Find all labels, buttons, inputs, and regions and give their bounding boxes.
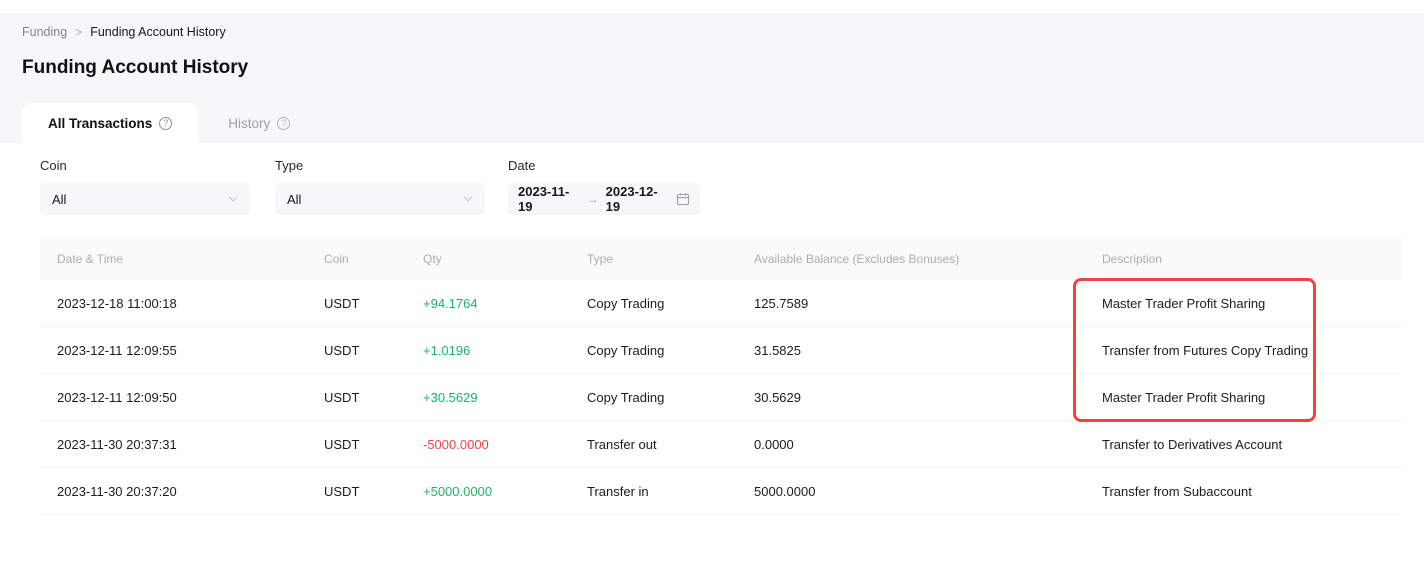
type-filter-group: Type All bbox=[275, 158, 485, 215]
cell-description: Master Trader Profit Sharing bbox=[1085, 296, 1402, 311]
tab-all-transactions[interactable]: All Transactions ? bbox=[22, 103, 198, 143]
tab-bar: All Transactions ? History ? bbox=[0, 103, 1424, 143]
cell-description: Master Trader Profit Sharing bbox=[1085, 390, 1402, 405]
date-to-value: 2023-12-19 bbox=[606, 184, 668, 214]
page-header: Funding > Funding Account History Fundin… bbox=[0, 13, 1424, 143]
coin-filter-select[interactable]: All bbox=[40, 183, 250, 215]
breadcrumb-separator: > bbox=[75, 24, 82, 40]
chevron-down-icon bbox=[228, 194, 238, 204]
cell-coin: USDT bbox=[307, 484, 406, 499]
column-header-qty: Qty bbox=[406, 252, 570, 266]
chevron-down-icon bbox=[463, 194, 473, 204]
date-range-arrow: → bbox=[587, 192, 599, 206]
transactions-table: Date & Time Coin Qty Type Available Bala… bbox=[40, 237, 1402, 515]
table-row[interactable]: 2023-12-18 11:00:18 USDT +94.1764 Copy T… bbox=[40, 280, 1402, 327]
date-filter-group: Date 2023-11-19 → 2023-12-19 bbox=[508, 158, 700, 215]
cell-coin: USDT bbox=[307, 343, 406, 358]
date-from-value: 2023-11-19 bbox=[518, 184, 580, 214]
table-body: 2023-12-18 11:00:18 USDT +94.1764 Copy T… bbox=[40, 280, 1402, 515]
question-circle-icon[interactable]: ? bbox=[277, 117, 290, 130]
type-filter-value: All bbox=[287, 192, 301, 207]
coin-filter-group: Coin All bbox=[40, 158, 250, 215]
table-row[interactable]: 2023-12-11 12:09:50 USDT +30.5629 Copy T… bbox=[40, 374, 1402, 421]
table-row[interactable]: 2023-11-30 20:37:20 USDT +5000.0000 Tran… bbox=[40, 468, 1402, 515]
tab-all-transactions-label: All Transactions bbox=[48, 116, 152, 131]
cell-datetime: 2023-11-30 20:37:20 bbox=[40, 484, 307, 499]
cell-qty: +94.1764 bbox=[406, 296, 570, 311]
cell-type: Copy Trading bbox=[570, 390, 737, 405]
tab-history-label: History bbox=[228, 116, 270, 131]
type-filter-select[interactable]: All bbox=[275, 183, 485, 215]
cell-datetime: 2023-11-30 20:37:31 bbox=[40, 437, 307, 452]
cell-type: Transfer in bbox=[570, 484, 737, 499]
cell-type: Copy Trading bbox=[570, 296, 737, 311]
cell-qty: +1.0196 bbox=[406, 343, 570, 358]
column-header-available-balance: Available Balance (Excludes Bonuses) bbox=[737, 252, 1085, 266]
cell-qty: +30.5629 bbox=[406, 390, 570, 405]
cell-coin: USDT bbox=[307, 390, 406, 405]
cell-coin: USDT bbox=[307, 296, 406, 311]
question-circle-icon[interactable]: ? bbox=[159, 117, 172, 130]
type-filter-label: Type bbox=[275, 158, 485, 173]
cell-datetime: 2023-12-11 12:09:50 bbox=[40, 390, 307, 405]
cell-available-balance: 5000.0000 bbox=[737, 484, 1085, 499]
calendar-icon bbox=[676, 192, 690, 206]
filter-bar: Coin All Type All Date 2023-11-19 → 2023… bbox=[40, 158, 700, 215]
cell-available-balance: 0.0000 bbox=[737, 437, 1085, 452]
cell-available-balance: 30.5629 bbox=[737, 390, 1085, 405]
cell-description: Transfer from Subaccount bbox=[1085, 484, 1402, 499]
cell-datetime: 2023-12-11 12:09:55 bbox=[40, 343, 307, 358]
breadcrumb: Funding > Funding Account History bbox=[0, 13, 1424, 40]
cell-qty: +5000.0000 bbox=[406, 484, 570, 499]
table-header-row: Date & Time Coin Qty Type Available Bala… bbox=[40, 237, 1402, 280]
cell-description: Transfer to Derivatives Account bbox=[1085, 437, 1402, 452]
cell-coin: USDT bbox=[307, 437, 406, 452]
cell-available-balance: 31.5825 bbox=[737, 343, 1085, 358]
column-header-datetime: Date & Time bbox=[40, 252, 307, 266]
date-range-picker[interactable]: 2023-11-19 → 2023-12-19 bbox=[508, 183, 700, 215]
table-row[interactable]: 2023-11-30 20:37:31 USDT -5000.0000 Tran… bbox=[40, 421, 1402, 468]
cell-qty: -5000.0000 bbox=[406, 437, 570, 452]
tab-history[interactable]: History ? bbox=[198, 103, 320, 143]
cell-type: Copy Trading bbox=[570, 343, 737, 358]
column-header-description: Description bbox=[1085, 252, 1402, 266]
cell-datetime: 2023-12-18 11:00:18 bbox=[40, 296, 307, 311]
column-header-coin: Coin bbox=[307, 252, 406, 266]
page-title: Funding Account History bbox=[22, 57, 1424, 79]
table-row[interactable]: 2023-12-11 12:09:55 USDT +1.0196 Copy Tr… bbox=[40, 327, 1402, 374]
cell-type: Transfer out bbox=[570, 437, 737, 452]
cell-available-balance: 125.7589 bbox=[737, 296, 1085, 311]
column-header-type: Type bbox=[570, 252, 737, 266]
date-filter-label: Date bbox=[508, 158, 700, 173]
coin-filter-value: All bbox=[52, 192, 66, 207]
cell-description: Transfer from Futures Copy Trading bbox=[1085, 343, 1402, 358]
breadcrumb-item-current: Funding Account History bbox=[90, 24, 226, 40]
coin-filter-label: Coin bbox=[40, 158, 250, 173]
breadcrumb-item-funding[interactable]: Funding bbox=[22, 24, 67, 40]
